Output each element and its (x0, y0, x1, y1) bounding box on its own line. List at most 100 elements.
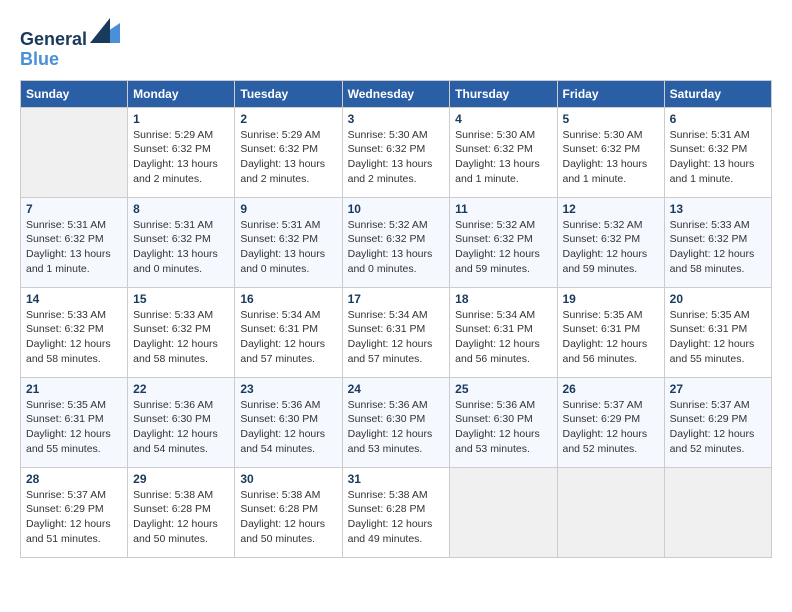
calendar-cell: 23 Sunrise: 5:36 AM Sunset: 6:30 PM Dayli… (235, 377, 342, 467)
calendar-cell: 2Sunrise: 5:29 AM Sunset: 6:32 PM Daylig… (235, 107, 342, 197)
day-info: Sunrise: 5:32 AM Sunset: 6:32 PM Dayligh… (455, 218, 551, 277)
calendar-cell: 15 Sunrise: 5:33 AM Sunset: 6:32 PM Dayli… (128, 287, 235, 377)
day-number: 3 (348, 112, 445, 126)
day-info: Sunrise: 5:36 AM Sunset: 6:30 PM Dayligh… (348, 398, 445, 457)
logo-icon (90, 18, 120, 43)
day-number: 17 (348, 292, 445, 306)
calendar-cell: 19 Sunrise: 5:35 AM Sunset: 6:31 PM Dayli… (557, 287, 664, 377)
logo: General Blue (20, 20, 120, 70)
weekday-friday: Friday (557, 80, 664, 107)
day-number: 4 (455, 112, 551, 126)
calendar-cell: 22Sunrise: 5:36 AM Sunset: 6:30 PM Dayli… (128, 377, 235, 467)
day-number: 19 (563, 292, 659, 306)
day-info: Sunrise: 5:29 AM Sunset: 6:32 PM Dayligh… (133, 128, 229, 187)
page-header: General Blue (20, 20, 772, 70)
day-number: 25 (455, 382, 551, 396)
day-info: Sunrise: 5:34 AM Sunset: 6:31 PM Dayligh… (348, 308, 445, 367)
weekday-monday: Monday (128, 80, 235, 107)
day-number: 9 (240, 202, 336, 216)
day-number: 18 (455, 292, 551, 306)
day-number: 24 (348, 382, 445, 396)
calendar-week-row: 1 Sunrise: 5:29 AM Sunset: 6:32 PM Daylig… (21, 107, 772, 197)
day-info: Sunrise: 5:36 AM Sunset: 6:30 PM Dayligh… (455, 398, 551, 457)
day-info: Sunrise: 5:32 AM Sunset: 6:32 PM Dayligh… (348, 218, 445, 277)
day-info: Sunrise: 5:31 AM Sunset: 6:32 PM Dayligh… (26, 218, 122, 277)
calendar-cell: 7 Sunrise: 5:31 AM Sunset: 6:32 PM Daylig… (21, 197, 128, 287)
calendar-cell: 31Sunrise: 5:38 AM Sunset: 6:28 PM Dayli… (342, 467, 450, 557)
day-number: 1 (133, 112, 229, 126)
day-number: 29 (133, 472, 229, 486)
day-info: Sunrise: 5:33 AM Sunset: 6:32 PM Dayligh… (26, 308, 122, 367)
day-number: 28 (26, 472, 122, 486)
calendar-cell: 20 Sunrise: 5:35 AM Sunset: 6:31 PM Dayli… (664, 287, 771, 377)
day-info: Sunrise: 5:36 AM Sunset: 6:30 PM Dayligh… (240, 398, 336, 457)
day-info: Sunrise: 5:30 AM Sunset: 6:32 PM Dayligh… (348, 128, 445, 187)
day-number: 8 (133, 202, 229, 216)
day-number: 26 (563, 382, 659, 396)
calendar-cell: 6Sunrise: 5:31 AM Sunset: 6:32 PM Daylig… (664, 107, 771, 197)
day-number: 16 (240, 292, 336, 306)
day-number: 23 (240, 382, 336, 396)
day-number: 10 (348, 202, 445, 216)
day-number: 30 (240, 472, 336, 486)
day-number: 21 (26, 382, 122, 396)
calendar-cell: 16 Sunrise: 5:34 AM Sunset: 6:31 PM Dayli… (235, 287, 342, 377)
day-info: Sunrise: 5:37 AM Sunset: 6:29 PM Dayligh… (670, 398, 766, 457)
day-number: 11 (455, 202, 551, 216)
calendar-cell: 10 Sunrise: 5:32 AM Sunset: 6:32 PM Dayli… (342, 197, 450, 287)
day-number: 13 (670, 202, 766, 216)
day-number: 5 (563, 112, 659, 126)
day-info: Sunrise: 5:33 AM Sunset: 6:32 PM Dayligh… (670, 218, 766, 277)
calendar-cell: 12 Sunrise: 5:32 AM Sunset: 6:32 PM Dayli… (557, 197, 664, 287)
day-number: 15 (133, 292, 229, 306)
weekday-tuesday: Tuesday (235, 80, 342, 107)
calendar-cell (450, 467, 557, 557)
day-info: Sunrise: 5:38 AM Sunset: 6:28 PM Dayligh… (348, 488, 445, 547)
calendar-week-row: 14Sunrise: 5:33 AM Sunset: 6:32 PM Dayli… (21, 287, 772, 377)
calendar-cell: 21 Sunrise: 5:35 AM Sunset: 6:31 PM Dayli… (21, 377, 128, 467)
day-info: Sunrise: 5:38 AM Sunset: 6:28 PM Dayligh… (240, 488, 336, 547)
day-info: Sunrise: 5:31 AM Sunset: 6:32 PM Dayligh… (133, 218, 229, 277)
calendar-cell: 27Sunrise: 5:37 AM Sunset: 6:29 PM Dayli… (664, 377, 771, 467)
day-info: Sunrise: 5:35 AM Sunset: 6:31 PM Dayligh… (26, 398, 122, 457)
day-info: Sunrise: 5:29 AM Sunset: 6:32 PM Dayligh… (240, 128, 336, 187)
calendar-cell: 1 Sunrise: 5:29 AM Sunset: 6:32 PM Daylig… (128, 107, 235, 197)
day-info: Sunrise: 5:31 AM Sunset: 6:32 PM Dayligh… (670, 128, 766, 187)
day-number: 7 (26, 202, 122, 216)
day-info: Sunrise: 5:35 AM Sunset: 6:31 PM Dayligh… (563, 308, 659, 367)
calendar-cell: 3 Sunrise: 5:30 AM Sunset: 6:32 PM Daylig… (342, 107, 450, 197)
day-info: Sunrise: 5:37 AM Sunset: 6:29 PM Dayligh… (563, 398, 659, 457)
calendar-cell (664, 467, 771, 557)
weekday-sunday: Sunday (21, 80, 128, 107)
day-number: 12 (563, 202, 659, 216)
day-info: Sunrise: 5:38 AM Sunset: 6:28 PM Dayligh… (133, 488, 229, 547)
day-info: Sunrise: 5:32 AM Sunset: 6:32 PM Dayligh… (563, 218, 659, 277)
day-info: Sunrise: 5:34 AM Sunset: 6:31 PM Dayligh… (240, 308, 336, 367)
calendar-cell: 4Sunrise: 5:30 AM Sunset: 6:32 PM Daylig… (450, 107, 557, 197)
logo-text: General Blue (20, 20, 120, 70)
calendar-cell: 9 Sunrise: 5:31 AM Sunset: 6:32 PM Daylig… (235, 197, 342, 287)
day-info: Sunrise: 5:37 AM Sunset: 6:29 PM Dayligh… (26, 488, 122, 547)
calendar-table: SundayMondayTuesdayWednesdayThursdayFrid… (20, 80, 772, 558)
calendar-cell: 26 Sunrise: 5:37 AM Sunset: 6:29 PM Dayli… (557, 377, 664, 467)
calendar-cell: 17 Sunrise: 5:34 AM Sunset: 6:31 PM Dayli… (342, 287, 450, 377)
day-info: Sunrise: 5:34 AM Sunset: 6:31 PM Dayligh… (455, 308, 551, 367)
calendar-week-row: 7 Sunrise: 5:31 AM Sunset: 6:32 PM Daylig… (21, 197, 772, 287)
day-number: 20 (670, 292, 766, 306)
day-info: Sunrise: 5:33 AM Sunset: 6:32 PM Dayligh… (133, 308, 229, 367)
day-info: Sunrise: 5:31 AM Sunset: 6:32 PM Dayligh… (240, 218, 336, 277)
calendar-cell: 30 Sunrise: 5:38 AM Sunset: 6:28 PM Dayli… (235, 467, 342, 557)
calendar-cell: 29 Sunrise: 5:38 AM Sunset: 6:28 PM Dayli… (128, 467, 235, 557)
weekday-thursday: Thursday (450, 80, 557, 107)
calendar-week-row: 28 Sunrise: 5:37 AM Sunset: 6:29 PM Dayli… (21, 467, 772, 557)
calendar-cell: 18 Sunrise: 5:34 AM Sunset: 6:31 PM Dayli… (450, 287, 557, 377)
calendar-cell: 28 Sunrise: 5:37 AM Sunset: 6:29 PM Dayli… (21, 467, 128, 557)
calendar-cell: 14Sunrise: 5:33 AM Sunset: 6:32 PM Dayli… (21, 287, 128, 377)
calendar-week-row: 21 Sunrise: 5:35 AM Sunset: 6:31 PM Dayli… (21, 377, 772, 467)
day-info: Sunrise: 5:36 AM Sunset: 6:30 PM Dayligh… (133, 398, 229, 457)
day-info: Sunrise: 5:35 AM Sunset: 6:31 PM Dayligh… (670, 308, 766, 367)
calendar-cell: 13 Sunrise: 5:33 AM Sunset: 6:32 PM Dayli… (664, 197, 771, 287)
weekday-header-row: SundayMondayTuesdayWednesdayThursdayFrid… (21, 80, 772, 107)
day-info: Sunrise: 5:30 AM Sunset: 6:32 PM Dayligh… (563, 128, 659, 187)
weekday-wednesday: Wednesday (342, 80, 450, 107)
